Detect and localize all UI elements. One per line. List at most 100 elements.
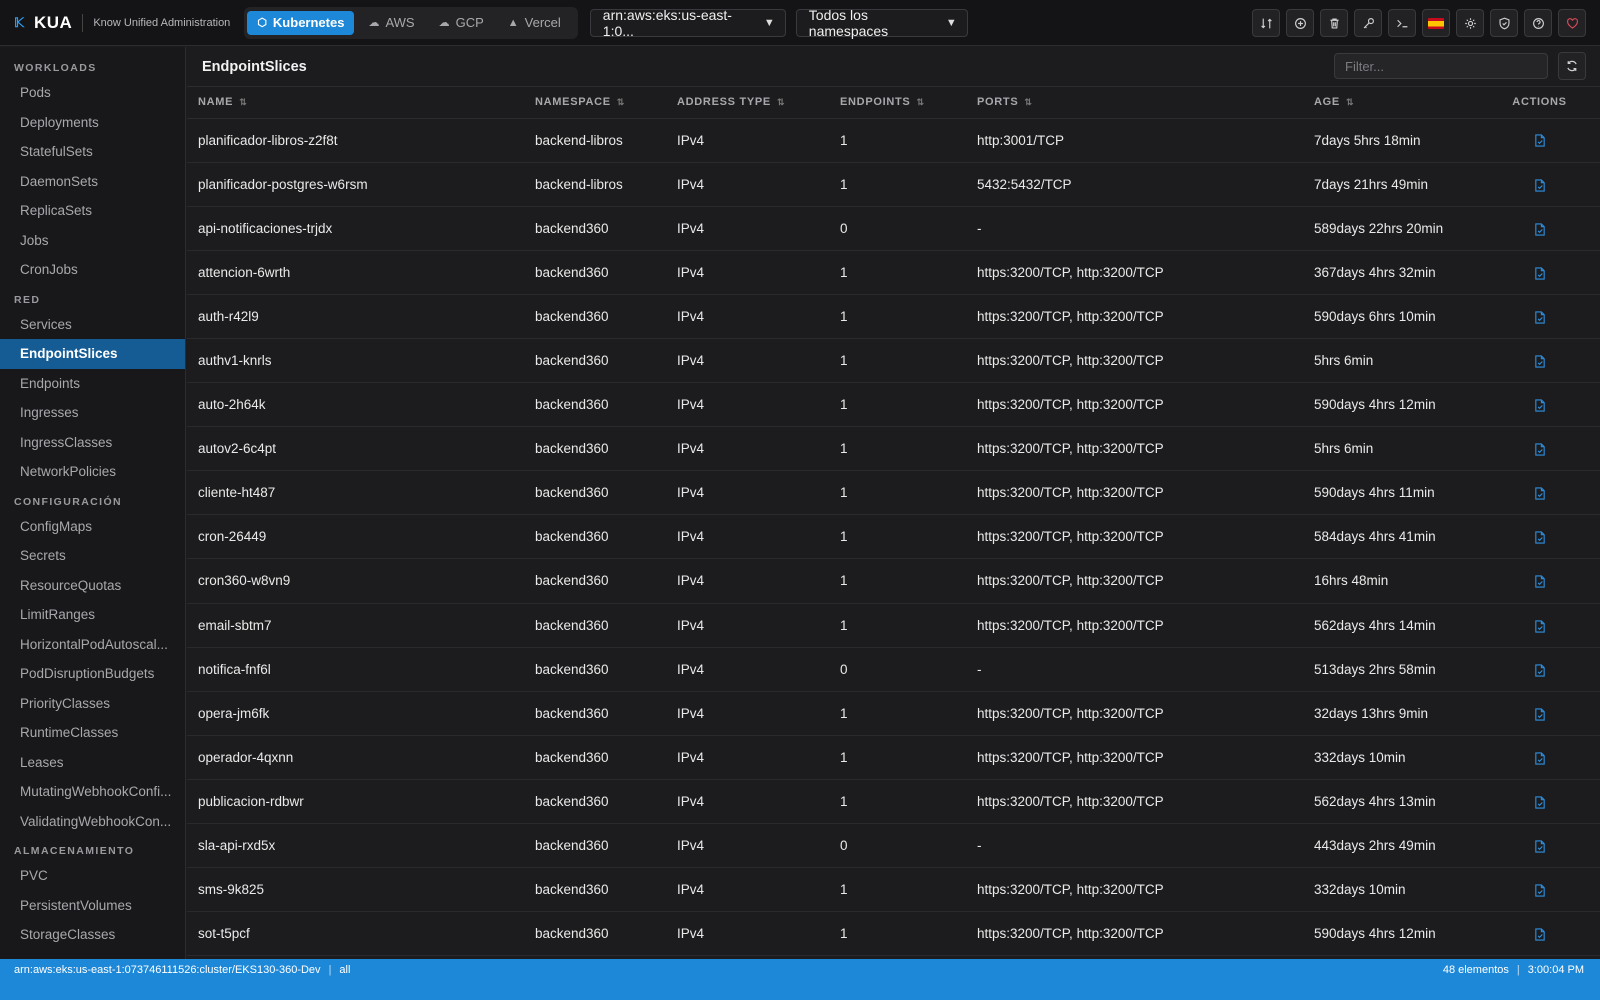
sidebar-item-mutatingwebhookconfi[interactable]: MutatingWebhookConfi... bbox=[0, 777, 185, 807]
ports-cell: https:3200/TCP, http:3200/TCP bbox=[966, 514, 1303, 560]
namespace-select[interactable]: Todos los namespaces ▼ bbox=[795, 7, 968, 39]
view-yaml-icon[interactable] bbox=[1534, 177, 1546, 192]
view-yaml-icon[interactable] bbox=[1534, 529, 1546, 544]
sidebar-item-networkpolicies[interactable]: NetworkPolicies bbox=[0, 457, 185, 487]
column-header-namespace[interactable]: NAMESPACE ⇅ bbox=[524, 87, 666, 119]
sidebar-item-endpointslices[interactable]: EndpointSlices bbox=[0, 339, 185, 369]
tab-vercel[interactable]: ▲ Vercel bbox=[498, 11, 571, 35]
sidebar-item-configmaps[interactable]: ConfigMaps bbox=[0, 512, 185, 542]
table-row[interactable]: cron-26449 backend360 IPv4 1 https:3200/TCP,… bbox=[187, 514, 1600, 560]
table-row[interactable]: auth-r42l9 backend360 IPv4 1 https:3200/TCP,… bbox=[187, 294, 1600, 339]
sidebar-item-statefulsets[interactable]: StatefulSets bbox=[0, 137, 185, 167]
key-button[interactable] bbox=[1354, 9, 1382, 37]
sidebar-item-deployments[interactable]: Deployments bbox=[0, 108, 185, 138]
table-row[interactable]: planificador-postgres-w6rsm backend-libro… bbox=[187, 162, 1600, 207]
sidebar-item-priorityclasses[interactable]: PriorityClasses bbox=[0, 689, 185, 719]
table-row[interactable]: notifica-fnf6l backend360 IPv4 0-513days 2h… bbox=[187, 647, 1600, 692]
terminal-button[interactable] bbox=[1388, 9, 1416, 37]
sidebar-item-pvc[interactable]: PVC bbox=[0, 861, 185, 891]
table-row[interactable]: cron360-w8vn9 backend360 IPv4 1 https:3200/T… bbox=[187, 558, 1600, 604]
sidebar-item-runtimeclasses[interactable]: RuntimeClasses bbox=[0, 718, 185, 748]
sidebar-item-ingressclasses[interactable]: IngressClasses bbox=[0, 428, 185, 458]
table-row[interactable]: autov2-6c4pt backend360 IPv4 1 https:3200/TC… bbox=[187, 426, 1600, 472]
transfer-button[interactable] bbox=[1252, 9, 1280, 37]
namespace-cell: backend360 bbox=[524, 823, 666, 869]
refresh-button[interactable] bbox=[1558, 52, 1586, 80]
cluster-select[interactable]: arn:aws:eks:us-east-1:0... ▼ bbox=[589, 7, 786, 39]
column-header-age[interactable]: AGE ⇅ bbox=[1303, 87, 1479, 119]
column-header-actions[interactable]: ACTIONS bbox=[1479, 87, 1600, 119]
sidebar-item-poddisruptionbudgets[interactable]: PodDisruptionBudgets bbox=[0, 659, 185, 689]
column-header-name[interactable]: NAME ⇅ bbox=[187, 87, 524, 119]
column-header-ports[interactable]: PORTS ⇅ bbox=[966, 87, 1303, 119]
view-yaml-icon[interactable] bbox=[1534, 838, 1546, 853]
heart-button[interactable] bbox=[1558, 9, 1586, 37]
filter-input[interactable] bbox=[1334, 53, 1548, 79]
sidebar-item-secrets[interactable]: Secrets bbox=[0, 541, 185, 571]
table-row[interactable]: sot-t5pcf backend360 IPv4 1 https:3200/TCP, … bbox=[187, 911, 1600, 957]
view-yaml-icon[interactable] bbox=[1534, 353, 1546, 368]
view-yaml-icon[interactable] bbox=[1534, 441, 1546, 456]
table-row[interactable]: sms-9k825 backend360 IPv4 1 https:3200/TCP, … bbox=[187, 867, 1600, 913]
tab-kubernetes[interactable]: ⬡ Kubernetes bbox=[247, 10, 355, 35]
view-yaml-icon[interactable] bbox=[1534, 618, 1546, 633]
sidebar-item-persistentvolumes[interactable]: PersistentVolumes bbox=[0, 891, 185, 921]
app-logo[interactable]: 𝕂 KUA Know Unified Administration bbox=[14, 13, 230, 33]
address-type-cell: IPv4 bbox=[666, 294, 829, 339]
trash-button[interactable] bbox=[1320, 9, 1348, 37]
column-header-address-type[interactable]: ADDRESS TYPE ⇅ bbox=[666, 87, 829, 119]
tab-aws[interactable]: ☁ AWS bbox=[358, 11, 424, 35]
view-yaml-icon[interactable] bbox=[1534, 573, 1546, 589]
view-yaml-icon[interactable] bbox=[1534, 221, 1546, 236]
table-row[interactable]: email-sbtm7 backend360 IPv4 1 https:3200/TCP… bbox=[187, 603, 1600, 648]
view-yaml-icon[interactable] bbox=[1534, 309, 1546, 324]
column-header-endpoints[interactable]: ENDPOINTS ⇅ bbox=[829, 87, 966, 119]
table-row[interactable]: auto-2h64k backend360 IPv4 1 https:3200/TCP,… bbox=[187, 382, 1600, 428]
view-yaml-icon[interactable] bbox=[1534, 397, 1546, 412]
sidebar-item-replicasets[interactable]: ReplicaSets bbox=[0, 196, 185, 226]
shield-button[interactable] bbox=[1490, 9, 1518, 37]
view-yaml-icon[interactable] bbox=[1534, 882, 1546, 897]
table-row[interactable]: operador-4qxnn backend360 IPv4 1 https:3200/… bbox=[187, 735, 1600, 780]
plus-circle-button[interactable] bbox=[1286, 9, 1314, 37]
sidebar-item-pods[interactable]: Pods bbox=[0, 78, 185, 108]
age-cell: 590days 4hrs 12min bbox=[1303, 911, 1479, 957]
table-row[interactable]: planificador-libros-z2f8t backend-libros I… bbox=[187, 118, 1600, 163]
sidebar-item-limitranges[interactable]: LimitRanges bbox=[0, 600, 185, 630]
sidebar-item-daemonsets[interactable]: DaemonSets bbox=[0, 167, 185, 197]
sidebar-item-jobs[interactable]: Jobs bbox=[0, 226, 185, 256]
table-row[interactable]: publicacion-rdbwr backend360 IPv4 1 https:32… bbox=[187, 779, 1600, 825]
view-yaml-icon[interactable] bbox=[1534, 750, 1546, 765]
sidebar-item-endpoints[interactable]: Endpoints bbox=[0, 369, 185, 399]
view-yaml-icon[interactable] bbox=[1534, 133, 1546, 148]
sidebar-item-cronjobs[interactable]: CronJobs bbox=[0, 255, 185, 285]
name-cell: authv1-knrls bbox=[187, 338, 524, 384]
table-row[interactable]: cliente-ht487 backend360 IPv4 1 https:3200/T… bbox=[187, 470, 1600, 516]
tab-gcp[interactable]: ☁ GCP bbox=[429, 11, 494, 35]
sidebar-item-horizontalpodautoscal[interactable]: HorizontalPodAutoscal... bbox=[0, 630, 185, 660]
view-yaml-icon[interactable] bbox=[1534, 662, 1546, 677]
help-button[interactable] bbox=[1524, 9, 1552, 37]
table-row[interactable]: api-notificaciones-trjdx backend360 IPv4 0-… bbox=[187, 206, 1600, 251]
main-panel: EndpointSlices NAME⇅NAMESPACE⇅ADDRESS TY… bbox=[187, 47, 1600, 959]
table-row[interactable]: sla-api-rxd5x backend360 IPv4 0-443days 2hr… bbox=[187, 823, 1600, 869]
spain-flag-button[interactable] bbox=[1422, 9, 1450, 37]
table-row[interactable]: authv1-knrls backend360 IPv4 1 https:3200/TC… bbox=[187, 338, 1600, 384]
sort-icon: ⇅ bbox=[616, 97, 626, 108]
sidebar-item-services[interactable]: Services bbox=[0, 310, 185, 340]
sun-button[interactable] bbox=[1456, 9, 1484, 37]
table-row[interactable]: opera-jm6fk backend360 IPv4 1 https:3200/TCP… bbox=[187, 691, 1600, 736]
table-row[interactable]: attencion-6wrth backend360 IPv4 1 https:3200… bbox=[187, 250, 1600, 295]
sidebar-item-storageclasses[interactable]: StorageClasses bbox=[0, 920, 185, 950]
name-cell: operador-4qxnn bbox=[187, 735, 524, 780]
sidebar-item-ingresses[interactable]: Ingresses bbox=[0, 398, 185, 428]
name-cell: sla-api-rxd5x bbox=[187, 823, 524, 869]
view-yaml-icon[interactable] bbox=[1534, 706, 1546, 721]
sidebar-item-leases[interactable]: Leases bbox=[0, 748, 185, 778]
sidebar-item-resourcequotas[interactable]: ResourceQuotas bbox=[0, 571, 185, 601]
view-yaml-icon[interactable] bbox=[1534, 794, 1546, 809]
view-yaml-icon[interactable] bbox=[1534, 265, 1546, 280]
sidebar-item-validatingwebhookcon[interactable]: ValidatingWebhookCon... bbox=[0, 807, 185, 837]
view-yaml-icon[interactable] bbox=[1534, 926, 1546, 941]
view-yaml-icon[interactable] bbox=[1534, 485, 1546, 500]
